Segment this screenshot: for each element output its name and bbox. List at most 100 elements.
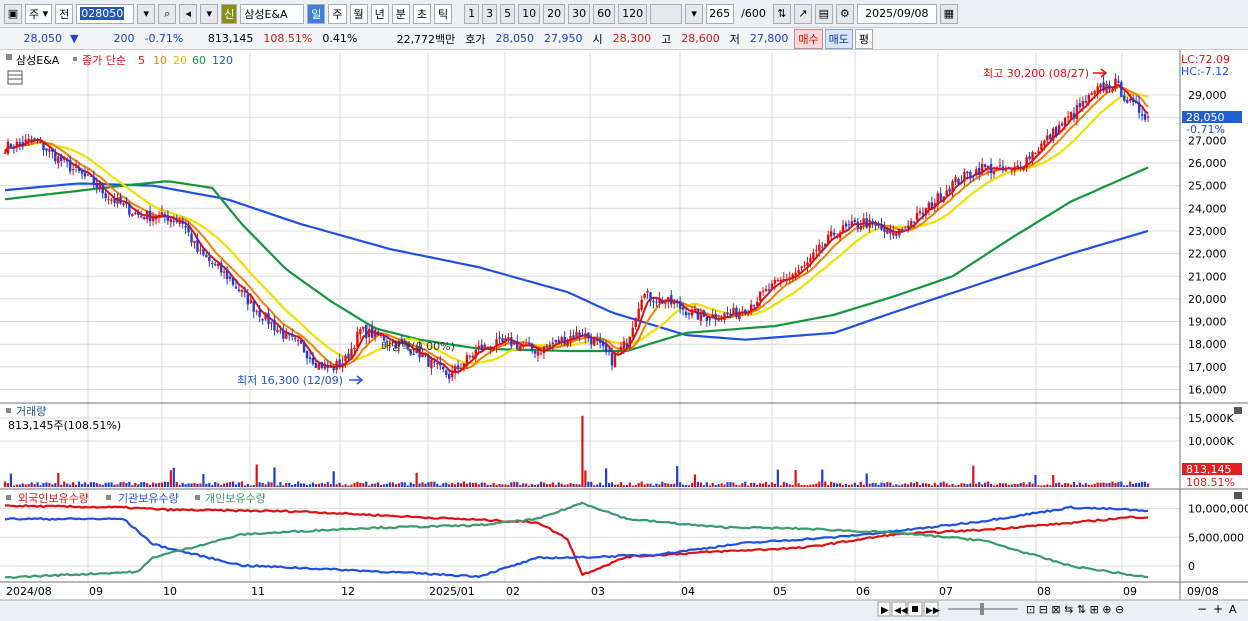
volume-bar	[1010, 484, 1013, 487]
volume-bar	[208, 483, 211, 487]
period-minute[interactable]: 분	[391, 3, 410, 24]
tool-icons[interactable]: ⊡ ⊟ ⊠ ⇆ ⇅ ⊞ ⊕ ⊖	[1026, 603, 1124, 616]
count-input[interactable]: 265	[706, 3, 735, 24]
volume-bar	[146, 483, 149, 487]
volume-panel-close-icon[interactable]	[1234, 407, 1242, 414]
volume-bar	[679, 482, 682, 487]
candle-body	[483, 344, 486, 349]
interval-3[interactable]: 3	[482, 3, 498, 24]
volume-bar	[676, 466, 679, 487]
zoom-out-icon[interactable]: −	[1197, 602, 1207, 616]
calendar-icon[interactable]: ▦	[939, 3, 958, 24]
candle-body	[1087, 94, 1090, 104]
interval-1[interactable]: 1	[464, 3, 480, 24]
prev-button[interactable]: 전	[55, 3, 74, 24]
volume-bar	[717, 484, 720, 487]
custom-interval-input[interactable]	[650, 3, 683, 24]
code-input[interactable]: 028050	[76, 3, 135, 24]
candle-body	[1134, 101, 1138, 104]
volume-bar	[477, 484, 480, 487]
candle-body	[1102, 82, 1105, 91]
period-tick[interactable]: 틱	[434, 3, 453, 24]
interval-60[interactable]: 60	[593, 3, 616, 24]
low: 27,800	[749, 32, 789, 45]
holders-tick-label: 0	[1188, 560, 1195, 573]
buy-button[interactable]: 매수	[794, 28, 823, 49]
interval-10[interactable]: 10	[518, 3, 541, 24]
volume-bar	[436, 483, 439, 487]
candle-body	[110, 199, 113, 201]
candle-body	[308, 357, 312, 359]
candle-body	[1143, 114, 1147, 120]
candle-body	[1114, 78, 1117, 89]
period-year[interactable]: 년	[370, 3, 389, 24]
save-icon[interactable]: ▤	[814, 3, 833, 24]
search-icon[interactable]: ⌕	[158, 3, 177, 24]
volume-bar	[877, 484, 880, 487]
avg-button[interactable]: 평	[854, 28, 874, 49]
period-month[interactable]: 월	[349, 3, 368, 24]
holders-panel-close-icon[interactable]	[1234, 492, 1242, 499]
candle-body	[862, 218, 865, 225]
volume-bar	[468, 482, 471, 487]
draw-icon[interactable]: ↗	[793, 3, 812, 24]
period-day[interactable]: 일	[307, 3, 326, 24]
candle-body	[205, 255, 208, 258]
candle-body	[1019, 166, 1022, 169]
dropdown-icon[interactable]: ▾	[137, 3, 156, 24]
interval-30[interactable]: 30	[568, 3, 591, 24]
candle-body	[178, 221, 181, 224]
volume-bar	[1138, 482, 1141, 487]
candle-body	[747, 311, 750, 313]
date-input[interactable]: 2025/09/08	[856, 3, 937, 24]
layout-icon[interactable]: ▣	[4, 3, 22, 24]
auto-icon[interactable]: A	[1229, 603, 1237, 616]
candle-body	[51, 147, 54, 152]
period-second[interactable]: 초	[412, 3, 432, 24]
volume-bar	[699, 482, 702, 487]
volume-bar	[643, 484, 646, 487]
candle-body	[445, 370, 448, 376]
candle-body	[471, 355, 475, 358]
table-icon[interactable]	[7, 70, 23, 85]
sell-button[interactable]: 매도	[824, 28, 853, 49]
candle-body	[1105, 83, 1108, 93]
interval-120[interactable]: 120	[618, 3, 648, 24]
date-tick-label: 07	[939, 585, 953, 598]
volume-bar	[833, 482, 836, 487]
chart-area[interactable]: 29,00028,00027,00026,00025,00024,00023,0…	[0, 50, 1248, 621]
candle-body	[299, 340, 303, 344]
open: 28,300	[612, 32, 652, 45]
volume-bar	[54, 483, 57, 487]
candle-body	[193, 240, 196, 243]
interval-dropdown-icon[interactable]: ▾	[685, 3, 704, 24]
gear-icon[interactable]: ⚙	[835, 3, 854, 24]
candle-body	[145, 211, 149, 220]
volume-bar	[945, 483, 948, 487]
volume-ratio: 108.51%	[263, 32, 313, 45]
volume-bar	[824, 481, 827, 487]
candle-body	[726, 312, 729, 315]
interval-5[interactable]: 5	[500, 3, 516, 24]
volume-bar	[744, 481, 747, 487]
tool-icon[interactable]: ⇅	[772, 3, 791, 24]
candle-body	[782, 279, 785, 281]
candle-body	[68, 159, 72, 172]
low-label: 저	[729, 32, 740, 46]
volume-bar	[184, 484, 187, 487]
candle-body	[542, 346, 546, 353]
volume-bar	[756, 484, 759, 487]
volume-value: 813,145주(108.51%)	[8, 419, 121, 432]
candle-body	[335, 361, 338, 370]
candle-body	[430, 359, 433, 369]
zoom-in-icon[interactable]: +	[1213, 602, 1223, 616]
candle-body	[169, 219, 173, 223]
speaker-icon[interactable]: ◂	[179, 3, 198, 24]
volume-bar	[667, 483, 670, 487]
market-select[interactable]: 주 ▾	[25, 3, 53, 24]
menu-dropdown-icon[interactable]: ▾	[200, 3, 219, 24]
period-week[interactable]: 주	[328, 3, 347, 24]
volume-bar	[830, 481, 833, 487]
zoom-slider-thumb[interactable]	[980, 603, 984, 615]
interval-20[interactable]: 20	[543, 3, 566, 24]
